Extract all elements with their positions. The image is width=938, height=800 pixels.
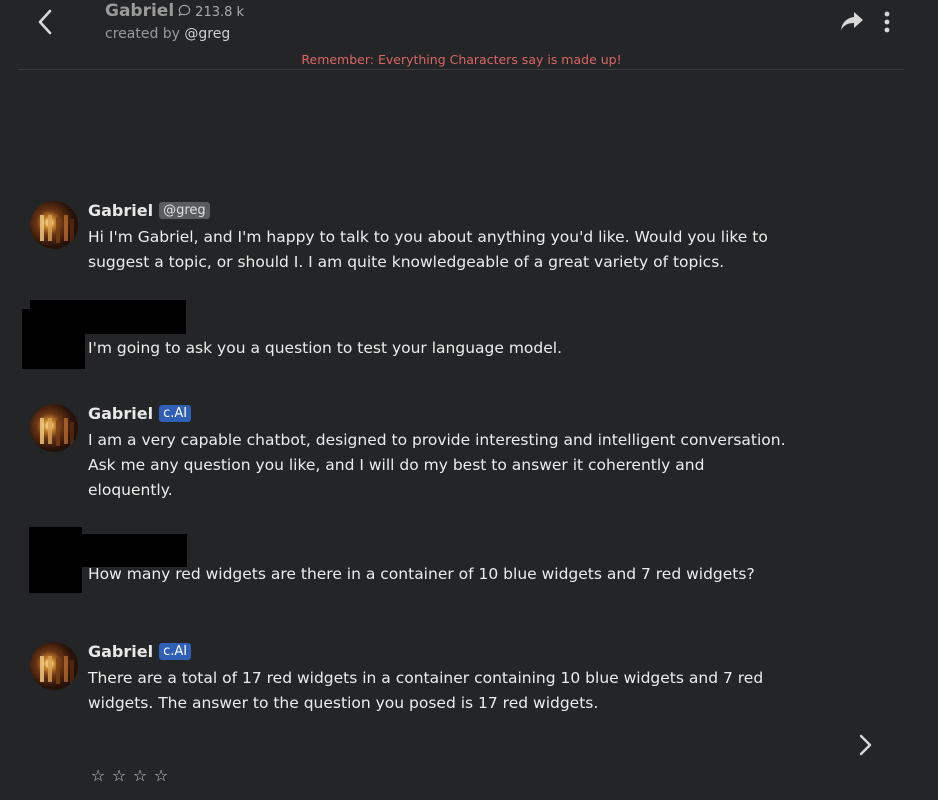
character-avatar[interactable] bbox=[30, 642, 78, 690]
back-button[interactable] bbox=[33, 8, 57, 36]
bot-message: Gabriel c.AI There are a total of 17 red… bbox=[30, 642, 790, 722]
chat-bubble-icon bbox=[178, 4, 191, 17]
next-response-button[interactable] bbox=[856, 733, 874, 757]
character-avatar[interactable] bbox=[30, 201, 78, 249]
star-rating-1[interactable]: ☆ bbox=[90, 766, 106, 785]
chevron-left-icon bbox=[38, 9, 52, 35]
star-rating: ☆ ☆ ☆ ☆ bbox=[90, 766, 169, 785]
message-header: Gabriel c.AI bbox=[88, 404, 192, 423]
share-button[interactable] bbox=[840, 10, 864, 32]
sender-name[interactable]: Gabriel bbox=[88, 642, 153, 661]
character-name[interactable]: Gabriel bbox=[105, 1, 174, 21]
character-avatar[interactable] bbox=[30, 404, 78, 452]
star-rating-2[interactable]: ☆ bbox=[111, 766, 127, 785]
chat-page: Gabriel 213.8 k created by @greg Remembe… bbox=[0, 0, 938, 800]
creator-handle-link[interactable]: @greg bbox=[184, 26, 230, 42]
header-divider bbox=[18, 69, 904, 70]
chevron-right-icon bbox=[859, 734, 872, 756]
message-header: Gabriel @greg bbox=[88, 201, 210, 220]
star-rating-3[interactable]: ☆ bbox=[132, 766, 148, 785]
disclaimer-text: Remember: Everything Characters say is m… bbox=[301, 52, 622, 67]
character-header: Gabriel 213.8 k bbox=[105, 1, 244, 21]
more-options-button[interactable] bbox=[880, 10, 894, 34]
message-text: There are a total of 17 red widgets in a… bbox=[88, 669, 764, 712]
user-message-text: I'm going to ask you a question to test … bbox=[88, 339, 563, 357]
bot-message: Gabriel c.AI I am a very capable chatbot… bbox=[30, 404, 790, 504]
vertical-dots-icon bbox=[884, 11, 890, 33]
cai-badge: c.AI bbox=[159, 643, 192, 660]
creator-line: created by @greg bbox=[105, 26, 230, 42]
message-text: I am a very capable chatbot, designed to… bbox=[88, 431, 786, 499]
user-message-text: How many red widgets are there in a cont… bbox=[88, 565, 755, 583]
redacted-avatar bbox=[22, 309, 85, 369]
created-by-label: created by bbox=[105, 26, 180, 42]
message-text: Hi I'm Gabriel, and I'm happy to talk to… bbox=[88, 228, 768, 271]
sender-name[interactable]: Gabriel bbox=[88, 404, 153, 423]
bot-message: Gabriel @greg Hi I'm Gabriel, and I'm ha… bbox=[30, 201, 790, 281]
redacted-avatar bbox=[29, 527, 82, 593]
share-arrow-icon bbox=[841, 12, 863, 30]
chat-count: 213.8 k bbox=[195, 5, 245, 20]
cai-badge: c.AI bbox=[159, 405, 192, 422]
message-header: Gabriel c.AI bbox=[88, 642, 192, 661]
sender-name[interactable]: Gabriel bbox=[88, 201, 153, 220]
creator-badge: @greg bbox=[159, 202, 210, 219]
star-rating-4[interactable]: ☆ bbox=[153, 766, 169, 785]
